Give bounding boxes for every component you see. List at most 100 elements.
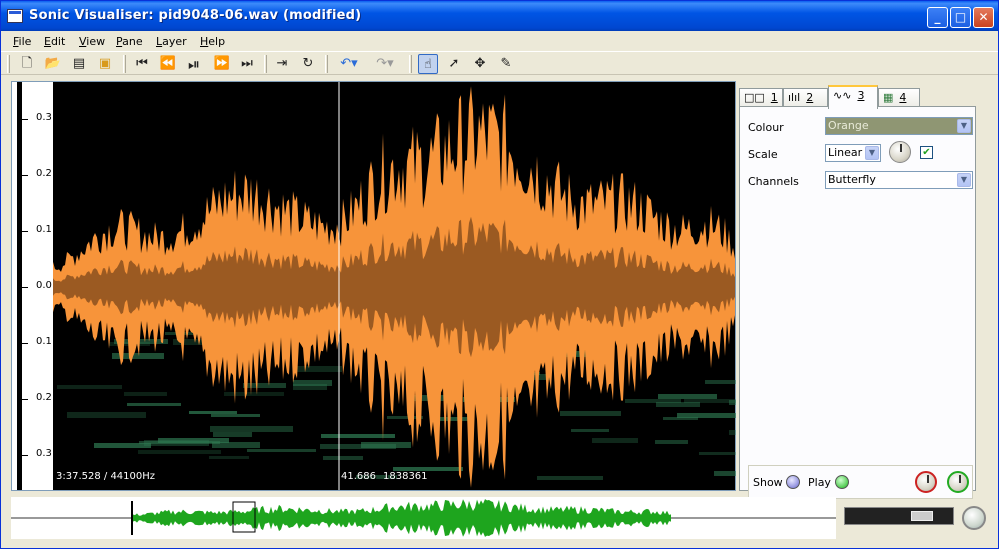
spectrogram-band [663,417,698,420]
scale-select[interactable]: Linear ▼ [825,144,881,162]
tab-label: 2 [806,91,814,104]
spectrogram-band [705,380,736,384]
toolbar-grip[interactable] [123,55,126,73]
scale-tick-label: 0.2 [36,168,52,179]
playback-pan-knob[interactable] [947,471,969,493]
pane-frame-strip [12,82,17,490]
channels-select[interactable]: Butterfly ▼ [825,171,973,189]
chevron-down-icon: ▼ [957,173,971,187]
menu-layer[interactable]: Layer [156,35,187,48]
waveform-icon: ∿∿ [833,89,852,102]
save-icon[interactable]: ▤ [69,54,89,74]
rewind-start-icon[interactable]: ⏮ [132,54,152,74]
spectrogram-band [209,456,249,459]
spectrogram-band [321,434,395,438]
spectrogram-band [655,440,688,444]
playback-speed-slider[interactable] [844,507,954,525]
new-file-icon[interactable]: 🗋 [17,54,37,74]
gain-knob[interactable] [889,141,911,163]
menu-edit[interactable]: Edit [44,35,65,48]
toolbar-grip[interactable] [264,55,267,73]
scale-tick-label: 0.1 [36,224,52,235]
fast-forward-icon[interactable]: ⏩ [212,54,232,74]
toolbar-grip[interactable] [409,55,412,73]
spectrogram-band [293,380,332,386]
minimize-button[interactable]: _ [927,7,948,28]
spectrogram-band [714,471,736,476]
waveform-pane[interactable]: 0.3 0.2 0.1 0.0 0.1 0.2 0.3 3:37.528 / 4… [11,81,736,491]
tab-layer-4[interactable]: ▦ 4 [878,88,920,108]
scale-tick-label: 0.3 [36,448,52,459]
spectrogram-band [592,438,638,443]
menu-help[interactable]: Help [200,35,225,48]
menu-bar: File Edit View Pane Layer Help [1,31,998,51]
scale-tick-label: 0.0 [36,280,52,291]
tab-layer-1[interactable]: □□ 1 [739,88,783,108]
spectrogram-band [67,412,146,418]
spectrogram-band [323,456,363,460]
layer-properties-panel: Colour Orange ▼ Scale Linear ▼ ✔ Channel… [739,106,976,499]
toolbar-grip[interactable] [7,55,10,73]
spectrogram-band [320,444,396,449]
menu-pane[interactable]: Pane [116,35,143,48]
channels-label: Channels [748,175,799,188]
undo-icon[interactable]: ↶▾ [334,54,364,74]
play-pause-icon[interactable]: ⏯ [184,54,204,74]
spectrogram-band [537,476,603,480]
menu-view[interactable]: View [79,35,105,48]
spectrogram-band [658,394,717,399]
scale-tick-label: 0.1 [36,336,52,347]
spectrogram-band [295,366,342,372]
playback-speed-knob[interactable] [962,506,986,530]
select-tool-icon[interactable]: ➚ [444,54,464,74]
open-file-icon[interactable]: 📂 [43,54,63,74]
navigate-tool-icon[interactable]: ☝ [418,54,438,74]
spectrogram-band [571,429,609,432]
spectrogram-band [211,414,260,417]
colour-select[interactable]: Orange ▼ [825,117,973,135]
show-toggle[interactable] [786,475,800,489]
tab-label: 3 [857,89,865,102]
draw-tool-icon[interactable]: ✎ [496,54,516,74]
title-bar[interactable]: Sonic Visualiser: pid9048-06.wav (modifi… [1,1,998,31]
redo-icon[interactable]: ↷▾ [370,54,400,74]
tab-layer-3[interactable]: ∿∿ 3 [828,85,878,109]
waveform-plot[interactable]: 3:37.528 / 44100Hz 41.686 1838361 [53,82,736,490]
close-button[interactable]: ✕ [973,7,994,28]
scale-tick-label: 0.3 [36,112,52,123]
menu-file[interactable]: File [13,35,31,48]
window-title: Sonic Visualiser: pid9048-06.wav (modifi… [29,8,362,23]
spectrogram-icon: ▦ [883,91,894,104]
play-label: Play [808,476,831,489]
spectrogram-band [57,385,122,389]
scale-checkbox[interactable]: ✔ [920,146,933,159]
spectrogram-band [213,432,252,437]
rewind-icon[interactable]: ⏪ [158,54,178,74]
playback-gain-knob[interactable] [915,471,937,493]
play-toggle[interactable] [835,475,849,489]
spectrogram-band [138,450,221,454]
spectrogram-band [127,403,181,406]
overview-strip[interactable] [11,497,836,539]
spectrogram-band [189,411,237,414]
waveform-svg [53,82,736,490]
save-session-icon[interactable]: ▣ [95,54,115,74]
spectrogram-band [124,392,167,396]
scale-label: Scale [748,148,778,161]
spectrogram-band [699,452,736,455]
app-icon [7,9,23,23]
loop-icon[interactable]: ↻ [298,54,318,74]
toolbar: 🗋 📂 ▤ ▣ ⏮ ⏪ ⏯ ⏩ ⏭ ⇥ ↻ ↶▾ ↷▾ ☝ ➚ ✥ ✎ [1,51,998,75]
spectrum-icon: ılıl [788,91,801,104]
slider-handle[interactable] [911,511,933,521]
spectrogram-band [144,440,209,446]
tab-layer-2[interactable]: ılıl 2 [783,88,828,108]
fast-forward-end-icon[interactable]: ⏭ [237,54,257,74]
overview-waveform [131,499,671,537]
toolbar-grip[interactable] [325,55,328,73]
play-selection-icon[interactable]: ⇥ [272,54,292,74]
overview-waveform-svg [11,499,836,537]
maximize-button[interactable]: □ [950,7,971,28]
colour-label: Colour [748,121,784,134]
move-tool-icon[interactable]: ✥ [470,54,490,74]
